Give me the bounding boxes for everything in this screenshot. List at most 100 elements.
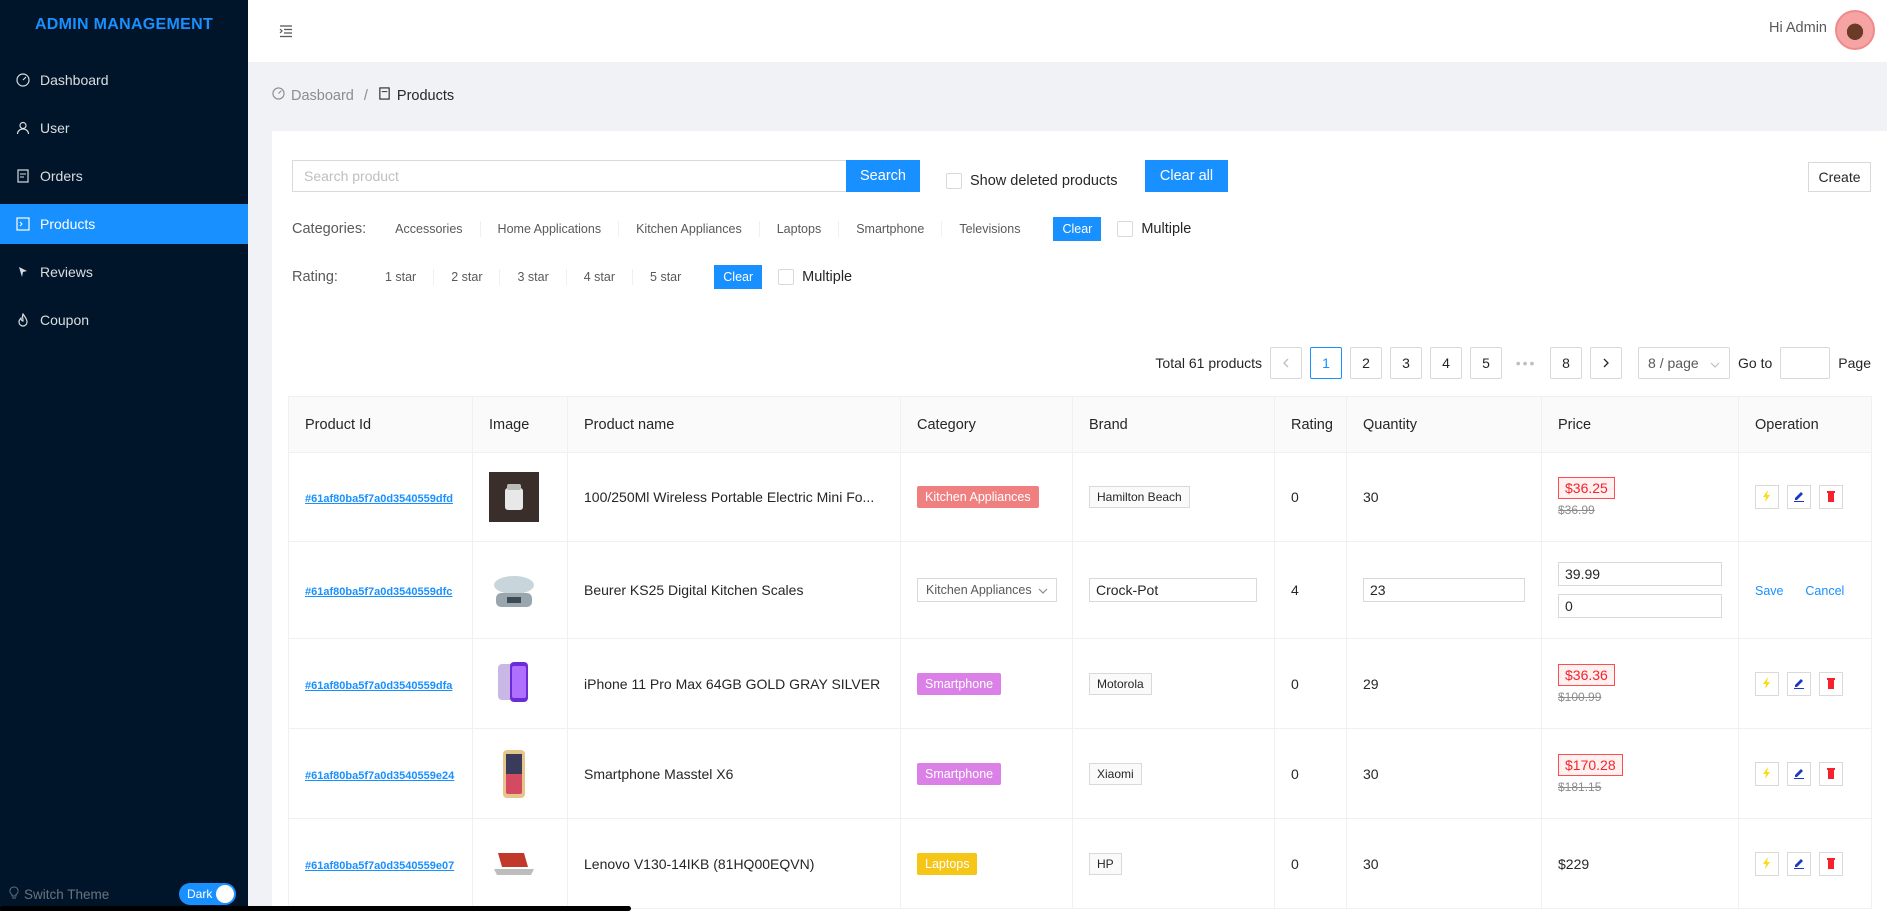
category-tag[interactable]: Accessories [378,221,481,237]
breadcrumb-home[interactable]: Dasboard [272,87,354,104]
create-button[interactable]: Create [1808,162,1871,192]
products-table: Product Id Image Product name Category B… [288,396,1872,909]
page-1[interactable]: 1 [1310,347,1343,379]
chevron-down-icon [1710,355,1720,371]
delete-button[interactable] [1819,761,1843,786]
category-select[interactable]: Kitchen Appliances [917,578,1057,602]
product-id-link[interactable]: #61af80ba5f7a0d3540559dfc [305,586,452,598]
page-size-value: 8 / page [1648,355,1699,371]
category-badge: Smartphone [917,762,1002,785]
products-icon [16,217,30,231]
product-id-link[interactable]: #61af80ba5f7a0d3540559dfd [305,493,453,505]
breadcrumb-home-label: Dasboard [291,87,354,104]
edit-button[interactable] [1787,761,1811,786]
greeting: Hi Admin [1768,20,1827,36]
page-5[interactable]: 5 [1470,347,1503,379]
multiple-categories-checkbox[interactable]: Multiple [1117,221,1191,237]
clear-rating-button[interactable]: Clear [714,265,763,289]
prev-page-button[interactable] [1270,347,1303,379]
category-badge: Kitchen Appliances [917,486,1039,508]
flash-sale-button[interactable] [1755,761,1779,786]
product-id-link[interactable]: #61af80ba5f7a0d3540559e24 [305,770,454,782]
discount-input[interactable]: 0 [1558,594,1722,618]
quantity-input[interactable]: 23 [1363,578,1525,602]
products-card: Search product Search Show deleted produ… [272,131,1887,911]
page-2[interactable]: 2 [1350,347,1383,379]
page-last[interactable]: 8 [1550,347,1583,379]
horizontal-scrollbar[interactable] [0,906,631,911]
quantity-value: 30 [1363,765,1379,782]
category-tag[interactable]: Kitchen Appliances [619,221,760,237]
sidebar-item-label: Reviews [40,264,93,280]
checkbox[interactable] [946,173,962,189]
theme-toggle-label: Dark [187,887,213,901]
page-ellipsis[interactable]: ••• [1510,355,1542,371]
theme-label-wrap: Switch Theme [8,885,109,903]
edit-button[interactable] [1787,851,1811,876]
sidebar-item-label: Orders [40,168,83,184]
product-name: 100/250Ml Wireless Portable Electric Min… [584,489,875,505]
checkbox[interactable] [1117,221,1134,237]
brand-input[interactable]: Crock-Pot [1089,578,1257,602]
sidebar-item-label: User [40,120,70,136]
edit-icon [1793,856,1805,872]
save-button[interactable]: Save [1755,584,1784,598]
price-value: $229 [1558,855,1590,872]
product-name: Beurer KS25 Digital Kitchen Scales [584,582,804,598]
theme-toggle[interactable]: Dark [179,883,236,905]
flash-sale-button[interactable] [1755,671,1779,696]
rating-filter: Rating: 1 star 2 star 3 star 4 star 5 st… [292,265,852,289]
product-id-link[interactable]: #61af80ba5f7a0d3540559e07 [305,860,454,872]
products-icon [378,87,391,104]
dashboard-icon [272,87,285,104]
show-deleted-checkbox[interactable]: Show deleted products [946,173,1118,189]
user-icon [16,121,30,135]
rating-tag[interactable]: 5 star [633,269,698,285]
delete-button[interactable] [1819,671,1843,696]
avatar[interactable] [1835,10,1875,50]
category-badge: Laptops [917,852,978,875]
search-button[interactable]: Search [846,160,920,192]
sidebar-item-products[interactable]: Products [0,204,248,244]
breadcrumb-separator: / [363,87,368,104]
goto-page-input[interactable] [1780,347,1831,379]
category-tag[interactable]: Smartphone [839,221,943,237]
flash-sale-button[interactable] [1755,851,1779,876]
dashboard-icon [16,73,30,87]
category-tag[interactable]: Televisions [942,221,1037,237]
delete-button[interactable] [1819,851,1843,876]
menu-fold-icon[interactable] [278,23,294,39]
checkbox[interactable] [778,269,795,285]
page-3[interactable]: 3 [1390,347,1423,379]
product-id-link[interactable]: #61af80ba5f7a0d3540559dfa [305,680,452,692]
cancel-button[interactable]: Cancel [1805,584,1844,598]
multiple-rating-checkbox[interactable]: Multiple [778,269,852,285]
sidebar-item-reviews[interactable]: Reviews [0,252,248,292]
rating-tag[interactable]: 3 star [500,269,567,285]
rating-tag[interactable]: 2 star [434,269,501,285]
next-page-button[interactable] [1590,347,1623,379]
clear-categories-button[interactable]: Clear [1053,217,1102,241]
sidebar-item-user[interactable]: User [0,108,248,148]
edit-button[interactable] [1787,485,1811,509]
search-input[interactable]: Search product [292,160,846,192]
category-tag[interactable]: Laptops [760,221,840,237]
trash-icon [1826,489,1836,505]
rating-tag[interactable]: 1 star [368,269,435,285]
edit-button[interactable] [1787,671,1811,696]
page-size-select[interactable]: 8 / page [1638,347,1731,379]
page-4[interactable]: 4 [1430,347,1463,379]
show-deleted-label: Show deleted products [970,173,1118,189]
sidebar-item-dashboard[interactable]: Dashboard [0,60,248,100]
sidebar-item-orders[interactable]: Orders [0,156,248,196]
delete-button[interactable] [1819,485,1843,509]
flash-sale-button[interactable] [1755,485,1779,509]
column-header: Product Id [288,396,473,453]
sidebar-item-coupon[interactable]: Coupon [0,300,248,340]
product-name: Smartphone Masstel X6 [584,765,734,782]
price-input[interactable]: 39.99 [1558,562,1722,586]
category-tag[interactable]: Home Applications [481,221,620,237]
column-header: Rating [1274,396,1347,453]
clear-all-button[interactable]: Clear all [1145,160,1228,192]
rating-tag[interactable]: 4 star [567,269,634,285]
